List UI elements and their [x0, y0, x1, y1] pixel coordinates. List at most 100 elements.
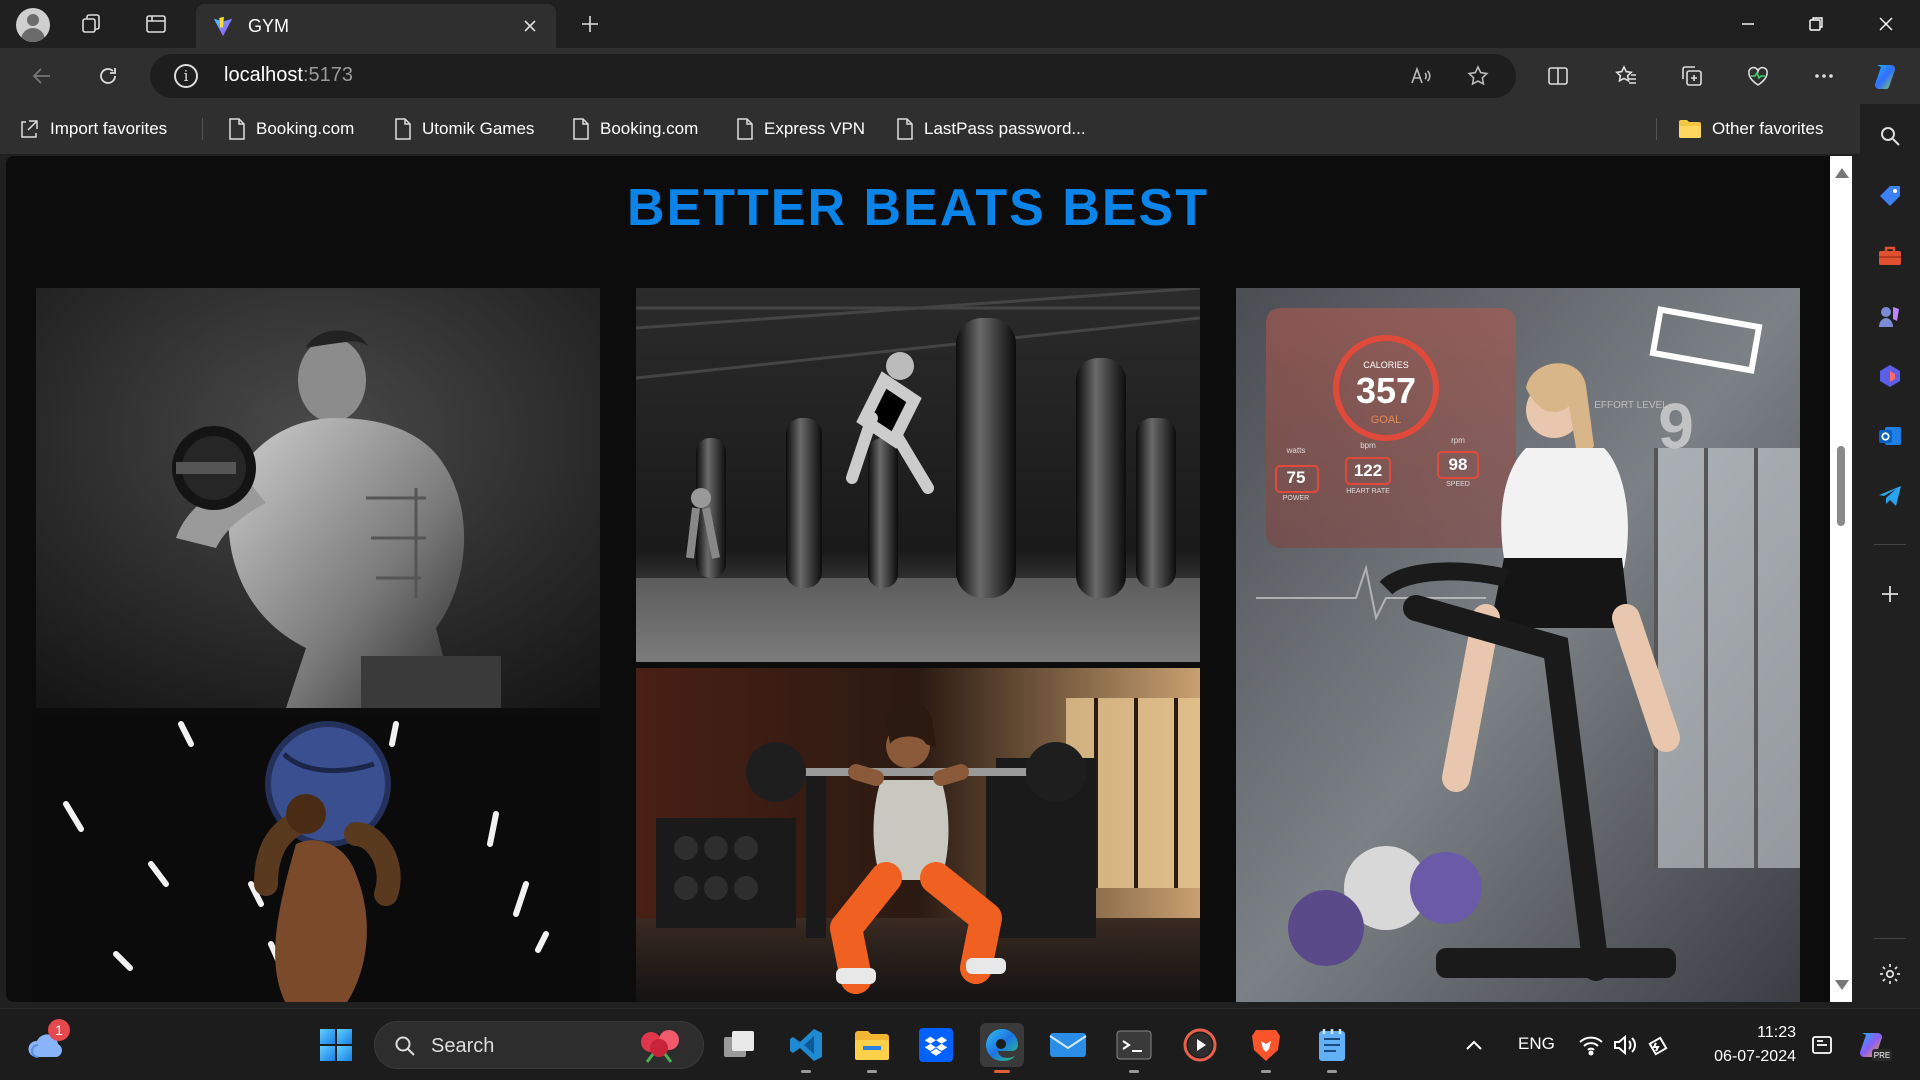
running-indicator: [867, 1070, 877, 1073]
roses-icon: [641, 1030, 679, 1063]
gallery-image-dumbbell: [36, 288, 600, 708]
favorite-label: Express VPN: [764, 119, 866, 138]
notification-badge: 1: [48, 1019, 70, 1041]
favorite-label: Utomik Games: [422, 119, 535, 138]
page-icon: [573, 118, 589, 140]
terminal-icon[interactable]: [1112, 1023, 1156, 1073]
clock-time: 11:23: [1757, 1024, 1796, 1041]
url-host: localhost: [224, 64, 303, 86]
new-tab-icon[interactable]: [572, 8, 608, 40]
favorite-label: Import favorites: [50, 119, 168, 138]
microsoft-365-icon[interactable]: [1870, 356, 1910, 396]
hud-calories-label: CALORIES: [1363, 360, 1409, 370]
url-text[interactable]: localhost:5173: [224, 64, 353, 87]
hud-effort-label: EFFORT LEVEL: [1594, 400, 1668, 411]
edge-taskbar-icon[interactable]: [980, 1023, 1024, 1073]
hud-power: 75: [1287, 468, 1306, 487]
favorite-label: Booking.com: [600, 119, 699, 138]
read-aloud-icon[interactable]: [1402, 60, 1438, 92]
other-favorites[interactable]: Other favorites: [1678, 116, 1824, 142]
dropbox-icon[interactable]: [914, 1023, 958, 1067]
browser-essentials-icon[interactable]: [1738, 56, 1778, 96]
page-icon: [737, 118, 753, 140]
vscode-icon[interactable]: [784, 1023, 828, 1073]
favorites-icon[interactable]: [1606, 56, 1646, 96]
taskbar-search[interactable]: Search: [374, 1021, 704, 1069]
restore-icon[interactable]: [1782, 0, 1850, 48]
tab-actions-icon[interactable]: [136, 8, 176, 40]
scroll-up-icon[interactable]: [1835, 168, 1849, 178]
windows-taskbar: 1 Search ENG 11:23 06-07-2024 PRE: [0, 1008, 1920, 1080]
folder-icon: [1679, 120, 1701, 138]
more-options-icon[interactable]: [1804, 56, 1844, 96]
start-windows-icon[interactable]: [314, 1023, 358, 1067]
sidebar-settings-icon[interactable]: [1870, 954, 1910, 994]
favorite-booking-2[interactable]: Booking.com: [572, 116, 698, 142]
notepad-icon[interactable]: [1310, 1023, 1354, 1073]
edge-sidebar: [1860, 104, 1920, 1008]
favorites-divider: [202, 118, 203, 140]
scroll-down-icon[interactable]: [1835, 980, 1849, 990]
wifi-icon: [1579, 1036, 1603, 1056]
brave-icon[interactable]: [1244, 1023, 1288, 1073]
outlook-icon[interactable]: [1870, 416, 1910, 456]
gallery-image-barbell-lunge: [636, 668, 1200, 1002]
collections-icon[interactable]: [1672, 56, 1712, 96]
show-hidden-icons-chevron-icon[interactable]: [1456, 1023, 1492, 1067]
close-window-icon[interactable]: [1852, 0, 1920, 48]
hud-speed-unit: rpm: [1451, 436, 1465, 445]
scrollbar-thumb[interactable]: [1837, 446, 1845, 526]
add-sidebar-app-icon[interactable]: [1870, 574, 1910, 614]
telegram-send-icon[interactable]: [1870, 476, 1910, 516]
hud-goal: GOAL: [1371, 414, 1402, 426]
search-icon[interactable]: [1870, 116, 1910, 156]
favorite-lastpass[interactable]: LastPass password...: [896, 116, 1086, 142]
tools-icon[interactable]: [1870, 236, 1910, 276]
hud-power-label: POWER: [1283, 495, 1309, 502]
task-view-icon[interactable]: [718, 1023, 762, 1067]
hud-heart-rate-unit: bpm: [1360, 441, 1376, 450]
profile-avatar[interactable]: [16, 8, 50, 42]
search-label: Search: [431, 1035, 495, 1057]
favorite-expressvpn[interactable]: Express VPN: [736, 116, 865, 142]
close-tab-icon[interactable]: [516, 12, 544, 40]
page-scrollbar[interactable]: [1830, 156, 1852, 1002]
workspaces-icon[interactable]: [72, 8, 112, 40]
page-icon: [395, 118, 411, 140]
hud-effort: 9: [1658, 390, 1694, 462]
site-info-icon[interactable]: i: [174, 64, 198, 88]
shopping-tag-icon[interactable]: [1870, 176, 1910, 216]
address-bar[interactable]: i localhost:5173: [150, 54, 1516, 98]
favorite-utomik[interactable]: Utomik Games: [394, 116, 534, 142]
system-tray-quick-settings[interactable]: [1570, 1023, 1680, 1067]
import-icon: [21, 120, 38, 138]
system-clock[interactable]: 11:23 06-07-2024: [1696, 1021, 1796, 1069]
favorite-star-icon[interactable]: [1460, 60, 1496, 92]
svg-text:PRE: PRE: [1874, 1051, 1890, 1060]
page-icon: [229, 118, 245, 140]
hud-heart-rate-label: HEART RATE: [1346, 488, 1390, 495]
media-player-icon[interactable]: [1178, 1023, 1222, 1067]
notifications-icon[interactable]: [1804, 1023, 1840, 1067]
minimize-icon[interactable]: [1714, 0, 1782, 48]
games-icon[interactable]: [1870, 296, 1910, 336]
vite-icon: [213, 16, 233, 37]
battery-icon: [1648, 1036, 1668, 1056]
back-icon[interactable]: [22, 56, 62, 96]
other-favorites-label: Other favorites: [1712, 119, 1824, 138]
page-icon: [897, 118, 913, 140]
tab-gym[interactable]: GYM: [196, 4, 556, 48]
copilot-icon[interactable]: [1866, 56, 1906, 96]
running-indicator: [1327, 1070, 1337, 1073]
language-indicator[interactable]: ENG: [1518, 1034, 1555, 1054]
copilot-preview-icon[interactable]: PRE: [1850, 1023, 1894, 1067]
active-indicator: [994, 1070, 1010, 1073]
mail-icon[interactable]: [1046, 1023, 1090, 1067]
split-screen-icon[interactable]: [1538, 56, 1578, 96]
hud-speed-label: SPEED: [1446, 481, 1470, 488]
favorite-import[interactable]: Import favorites: [18, 116, 167, 142]
favorite-booking-1[interactable]: Booking.com: [228, 116, 354, 142]
hud-calories: 357: [1356, 370, 1416, 411]
refresh-icon[interactable]: [88, 56, 128, 96]
file-explorer-icon[interactable]: [850, 1023, 894, 1073]
